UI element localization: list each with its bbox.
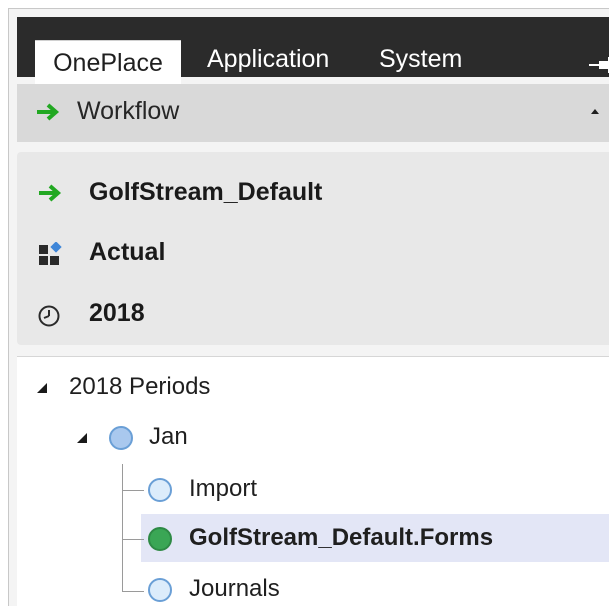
pov-scenario-row[interactable]: Actual: [17, 234, 609, 274]
complete-circle-icon: [148, 527, 172, 551]
tree-item-import[interactable]: Import: [17, 469, 609, 511]
pov-time: 2018: [89, 299, 145, 327]
tree-item-root[interactable]: 2018 Periods: [17, 367, 609, 409]
pov-scenario: Actual: [89, 238, 166, 266]
pin-icon[interactable]: [587, 54, 609, 76]
scenario-icon: [39, 242, 62, 265]
right-arrow-icon: [39, 184, 62, 202]
tab-application[interactable]: Application: [207, 37, 329, 83]
clock-icon: [38, 305, 60, 327]
tab-oneplace[interactable]: OnePlace: [35, 40, 181, 87]
tree-jan-label: Jan: [149, 423, 188, 450]
tree-journals-label: Journals: [189, 575, 280, 602]
workflow-title: Workflow: [77, 97, 180, 125]
tree-import-label: Import: [189, 475, 258, 502]
tree-forms-label: GolfStream_Default.Forms: [189, 524, 494, 551]
collapse-arrow-icon[interactable]: [591, 109, 599, 114]
workflow-header[interactable]: Workflow: [17, 84, 609, 142]
right-arrow-icon: [37, 103, 60, 121]
pov-workflow-row[interactable]: GolfStream_Default: [17, 174, 609, 214]
tab-system[interactable]: System: [379, 37, 462, 83]
expand-triangle-icon[interactable]: [37, 383, 47, 393]
workflow-tree: 2018 Periods Jan Import GolfStream_Defau…: [17, 356, 609, 606]
tree-root-label: 2018 Periods: [69, 373, 211, 400]
status-circle-icon: [148, 578, 172, 602]
status-circle-icon: [148, 478, 172, 502]
pov-workflow-name: GolfStream_Default: [89, 178, 323, 206]
pov-time-row[interactable]: 2018: [17, 295, 609, 335]
tab-bar: OnePlace Application System: [17, 17, 609, 87]
tree-item-jan[interactable]: Jan: [17, 417, 609, 459]
status-circle-icon: [109, 426, 133, 450]
pov-panel: GolfStream_Default Actual 2018: [17, 152, 609, 345]
tree-item-forms[interactable]: GolfStream_Default.Forms: [17, 518, 609, 560]
expand-triangle-icon[interactable]: [77, 433, 87, 443]
